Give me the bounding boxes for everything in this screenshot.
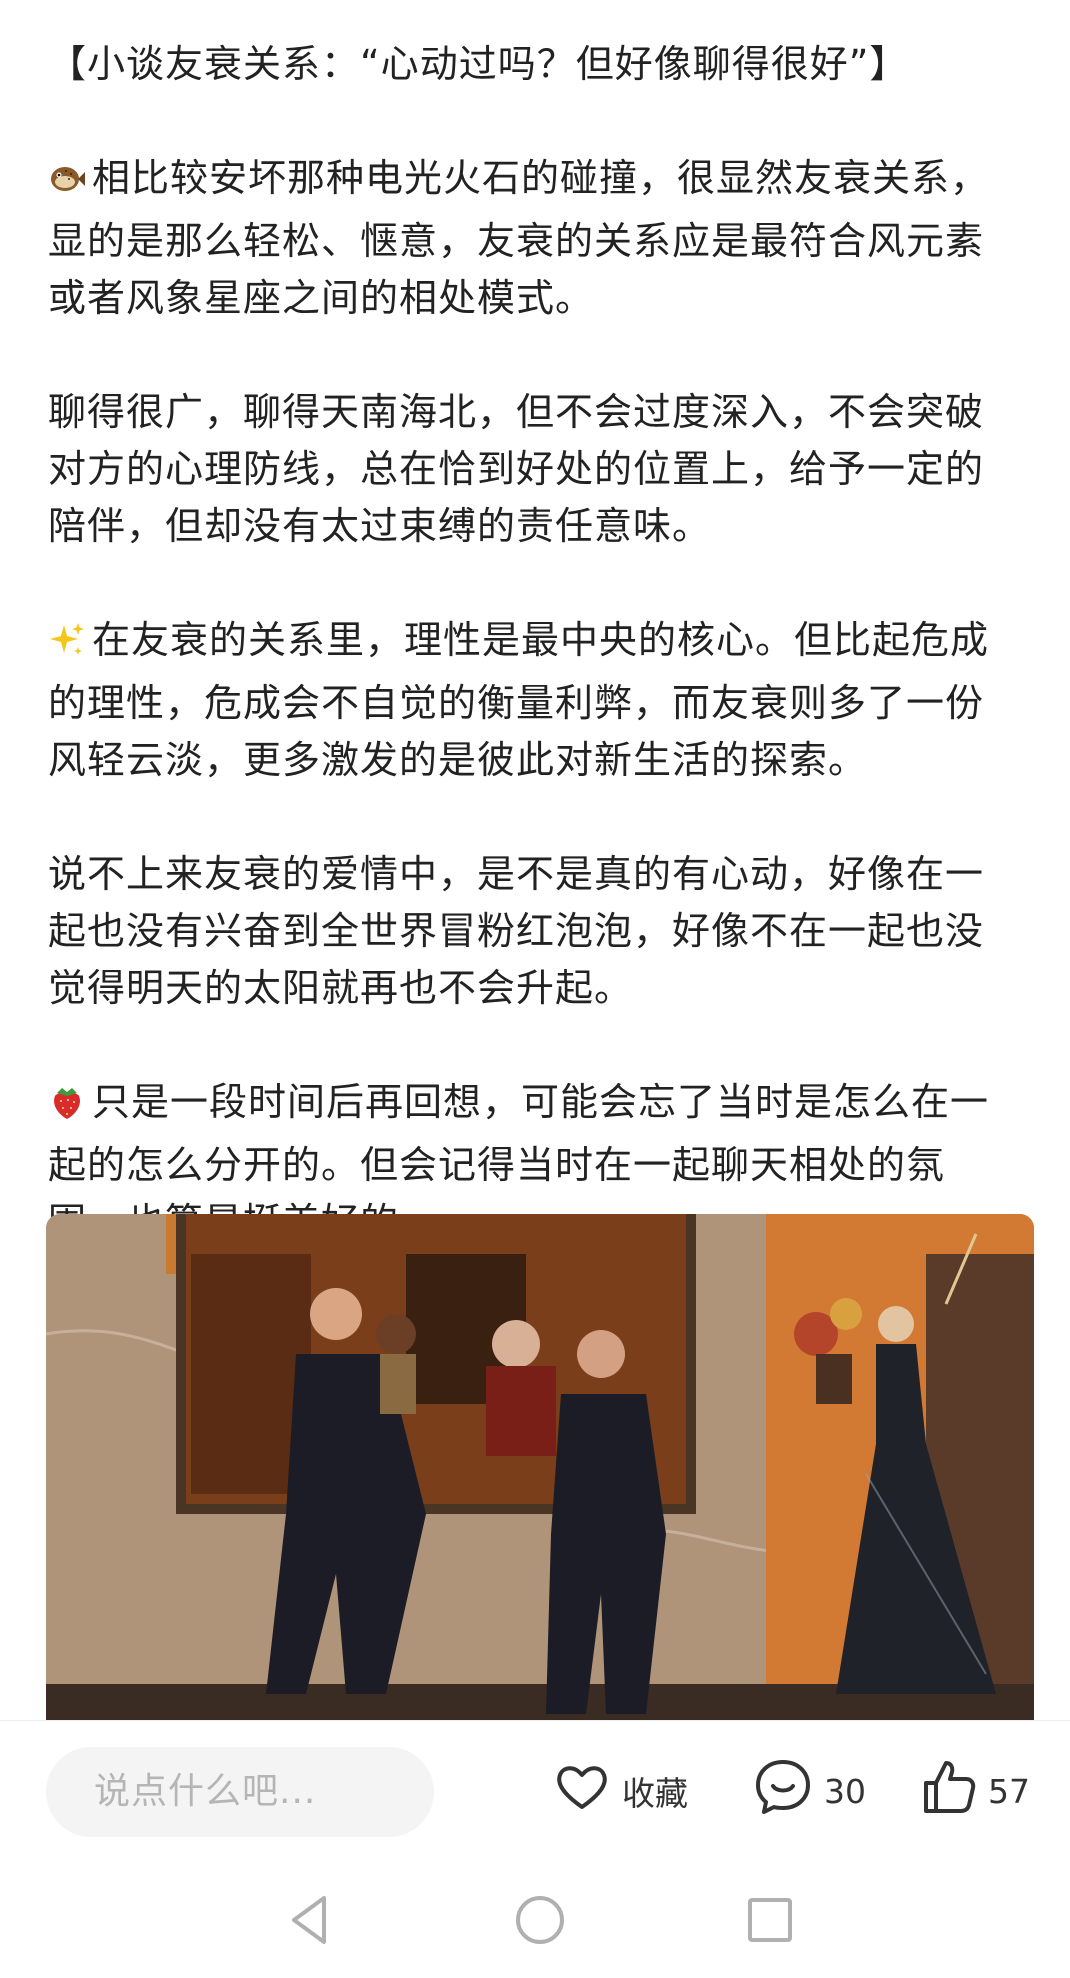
square-recents-icon bbox=[740, 1898, 800, 1954]
chat-bubble-icon bbox=[752, 1756, 824, 1826]
paragraph-text: 说不上来友衰的爱情中，是不是真的有心动，好像在一起也没有兴奋到全世界冒粉红泡泡，… bbox=[48, 852, 985, 1010]
paragraph-text: 聊得很广，聊得天南海北，但不会过度深入，不会突破对方的心理防线，总在恰到好处的位… bbox=[48, 390, 985, 548]
nav-recents-button[interactable] bbox=[740, 1890, 800, 1950]
nav-home-button[interactable] bbox=[510, 1890, 570, 1950]
favorite-label: 收藏 bbox=[622, 1774, 688, 1813]
paragraph-text: 在友衰的关系里，理性是最中央的核心。但比起危成的理性，危成会不自觉的衡量利弊，而… bbox=[48, 618, 990, 782]
pufferfish-icon bbox=[48, 156, 86, 213]
heart-icon bbox=[552, 1757, 622, 1825]
circle-home-icon bbox=[510, 1896, 570, 1954]
paragraph-text: 相比较安坏那种电光火石的碰撞，很显然友衰关系，显的是那么轻松、惬意，友衰的关系应… bbox=[48, 156, 990, 320]
strawberry-icon bbox=[48, 1080, 86, 1137]
favorite-button[interactable]: 收藏 bbox=[552, 1755, 688, 1827]
comment-count: 30 bbox=[824, 1771, 866, 1811]
article-photo[interactable] bbox=[46, 1214, 1034, 1720]
triangle-back-icon bbox=[280, 1896, 340, 1954]
article-title: 【小谈友衰关系：“心动过吗？但好像聊得很好”】 bbox=[48, 42, 909, 86]
article-paragraph-1: 相比较安坏那种电光火石的碰撞，很显然友衰关系，显的是那么轻松、惬意，友衰的关系应… bbox=[48, 150, 1022, 327]
article-paragraph-3: 在友衰的关系里，理性是最中央的核心。但比起危成的理性，危成会不自觉的衡量利弊，而… bbox=[48, 612, 1022, 789]
comment-input[interactable]: 说点什么吧... bbox=[46, 1747, 434, 1837]
nav-back-button[interactable] bbox=[280, 1890, 340, 1950]
article-paragraph-2: 聊得很广，聊得天南海北，但不会过度深入，不会突破对方的心理防线，总在恰到好处的位… bbox=[48, 384, 1022, 555]
system-navigation-bar bbox=[0, 1860, 1070, 1978]
bottom-action-bar: 说点什么吧... 收藏 30 57 bbox=[0, 1720, 1070, 1861]
like-button[interactable]: 57 bbox=[918, 1755, 1030, 1827]
sparkles-icon bbox=[48, 618, 86, 675]
article-body: 【小谈友衰关系：“心动过吗？但好像聊得很好”】 相比较安坏那种电光火石的碰撞，很… bbox=[48, 36, 1022, 1308]
article-paragraph-4: 说不上来友衰的爱情中，是不是真的有心动，好像在一起也没有兴奋到全世界冒粉红泡泡，… bbox=[48, 846, 1022, 1017]
like-count: 57 bbox=[988, 1771, 1030, 1811]
thumbs-up-icon bbox=[918, 1757, 988, 1825]
comment-button[interactable]: 30 bbox=[752, 1755, 866, 1827]
